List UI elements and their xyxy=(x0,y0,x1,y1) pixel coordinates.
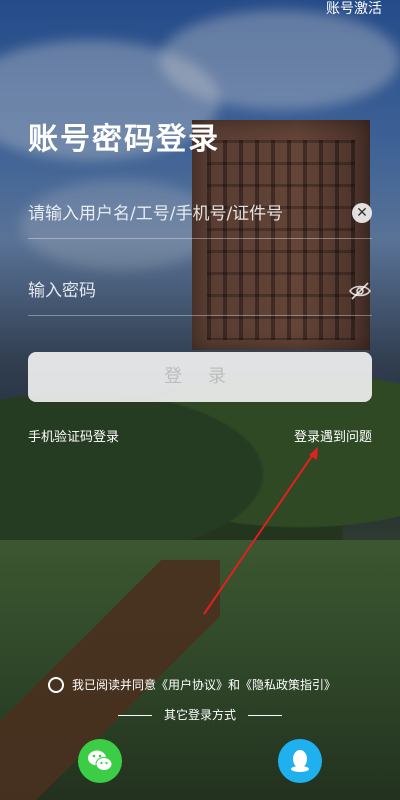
agreement-checkbox[interactable] xyxy=(48,676,64,693)
qq-login-button[interactable] xyxy=(278,739,322,783)
other-login-label: 其它登录方式 xyxy=(163,708,236,722)
qq-icon xyxy=(291,750,309,772)
wechat-login-button[interactable] xyxy=(78,739,122,783)
wechat-icon xyxy=(88,750,113,771)
other-login-divider: 其它登录方式 xyxy=(0,706,400,723)
agreement-text[interactable]: 我已阅读并同意《用户协议》和《隐私政策指引》 xyxy=(72,676,336,693)
agreement-row: 我已阅读并同意《用户协议》和《隐私政策指引》 xyxy=(48,676,336,693)
